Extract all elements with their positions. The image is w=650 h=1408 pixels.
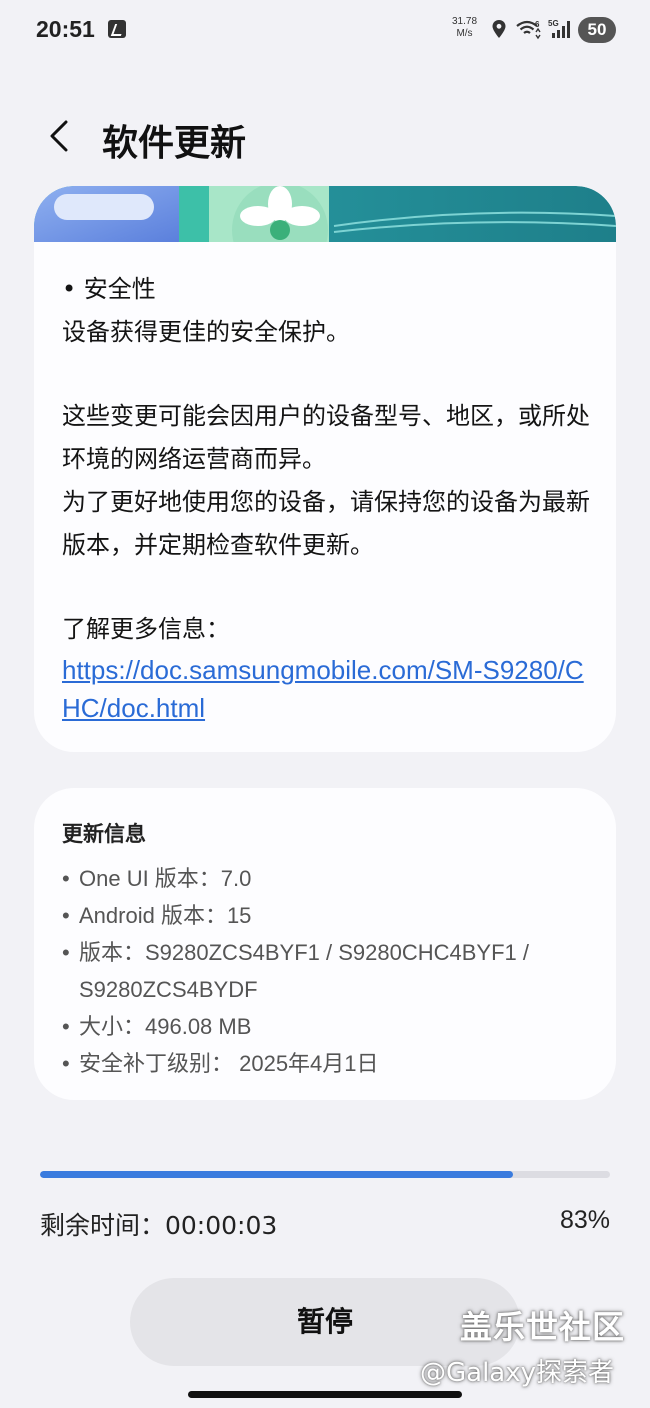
update-info-card: 更新信息 • One UI 版本：7.0 • Android 版本：15 • 版本：S… (34, 788, 616, 1100)
release-note-paragraph: 这些变更可能会因用户的设备型号、地区，或所处环境的网络运营商而异。 (62, 402, 590, 473)
download-progress-bar (40, 1171, 610, 1178)
notification-icon (108, 20, 126, 38)
list-item: • Android 版本：15 (62, 897, 602, 934)
watermark-author: @Galaxy探索者 (420, 1358, 615, 1388)
wifi-icon: 6 (516, 20, 541, 40)
battery-indicator: 50 (578, 17, 616, 43)
release-note-line: 设备获得更佳的安全保护。 (62, 318, 350, 346)
signal-icon: 5G (548, 19, 570, 38)
list-item: • 大小：496.08 MB (62, 1008, 602, 1045)
list-item: • 版本：S9280ZCS4BYF1 / S9280CHC4BYF1 / S928… (62, 934, 602, 1008)
list-item: • One UI 版本：7.0 (62, 860, 602, 897)
one-ui-version: One UI 版本：7.0 (79, 866, 252, 891)
update-info-list: • One UI 版本：7.0 • Android 版本：15 • 版本：S9280Z… (62, 860, 602, 1082)
release-note-heading: • 安全性 (62, 275, 156, 303)
download-progress-fill (40, 1171, 514, 1178)
network-type-label: 5G (548, 19, 559, 28)
clock: 20:51 (36, 16, 95, 42)
build-version: 版本：S9280ZCS4BYF1 / S9280CHC4BYF1 / S9280… (79, 940, 529, 1002)
learn-more-label: 了解更多信息： (62, 615, 230, 643)
page-title: 软件更新 (102, 123, 247, 164)
progress-percent: 83% (559, 1206, 610, 1234)
update-size: 大小：496.08 MB (79, 1014, 252, 1039)
wifi-badge: 6 (535, 20, 540, 29)
update-banner-image (34, 186, 616, 242)
app-header: 软件更新 (0, 108, 650, 164)
watermark-community: 盖乐世社区 (460, 1308, 626, 1346)
security-patch-level: 安全补丁级别： 2025年4月1日 (79, 1051, 379, 1076)
release-notes-card: • 安全性 设备获得更佳的安全保护。 这些变更可能会因用户的设备型号、地区，或所… (34, 186, 616, 752)
list-item: • 安全补丁级别： 2025年4月1日 (62, 1045, 602, 1082)
time-remaining: 剩余时间：00:00:03 (40, 1211, 278, 1240)
status-bar: 20:51 31.78 M/s 6 5G 50 (0, 0, 650, 62)
update-info-title: 更新信息 (62, 822, 146, 846)
android-version: Android 版本：15 (79, 903, 252, 928)
chevron-left-icon (50, 120, 68, 152)
back-button[interactable] (38, 110, 86, 162)
release-notes-body: • 安全性 设备获得更佳的安全保护。 这些变更可能会因用户的设备型号、地区，或所… (62, 268, 602, 727)
release-notes-link[interactable]: https://doc.samsungmobile.com/SM-S9280/C… (62, 651, 602, 727)
location-icon (492, 20, 506, 38)
network-speed: 31.78 M/s (452, 16, 477, 40)
network-speed-value: 31.78 (452, 16, 478, 27)
network-speed-unit: M/s (456, 28, 473, 39)
release-note-paragraph: 为了更好地使用您的设备，请保持您的设备为最新版本，并定期检查软件更新。 (62, 488, 590, 559)
home-indicator[interactable] (188, 1391, 462, 1398)
